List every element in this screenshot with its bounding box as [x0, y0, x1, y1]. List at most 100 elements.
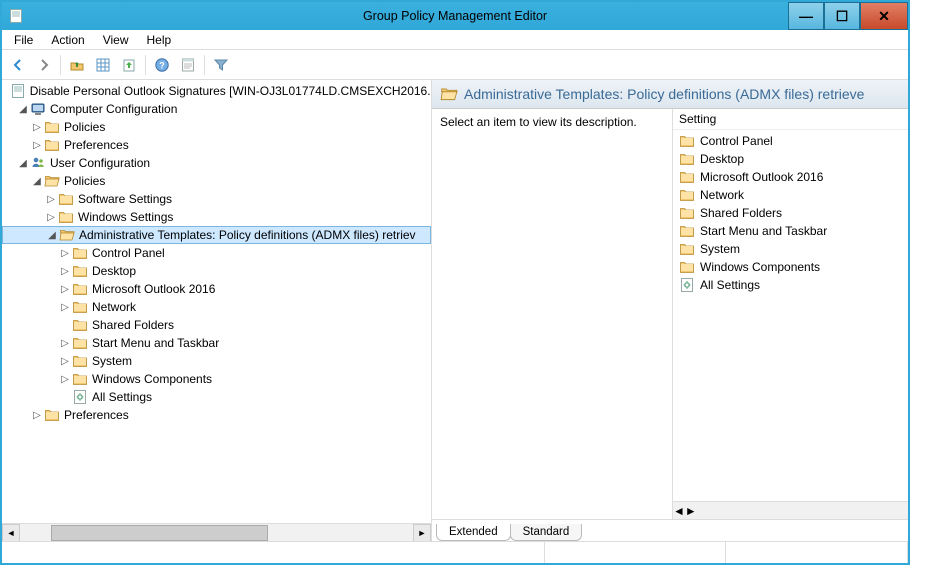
setting-item[interactable]: Desktop	[673, 150, 908, 168]
expand-icon[interactable]: ▷	[58, 338, 72, 349]
setting-item[interactable]: Start Menu and Taskbar	[673, 222, 908, 240]
folder-icon	[679, 133, 695, 149]
back-button[interactable]	[6, 53, 30, 77]
menu-action[interactable]: Action	[43, 31, 92, 49]
setting-label: Control Panel	[700, 134, 773, 148]
app-window: Group Policy Management Editor — ☐ ✕ Fil…	[0, 0, 910, 565]
show-hide-tree-button[interactable]	[91, 53, 115, 77]
tree-computer-config[interactable]: ◢ Computer Configuration	[2, 100, 431, 118]
tab-standard[interactable]: Standard	[510, 524, 583, 541]
expand-icon[interactable]: ▷	[58, 356, 72, 367]
expand-icon[interactable]: ▷	[58, 374, 72, 385]
tree-item[interactable]: ▷ Network	[2, 298, 431, 316]
scroll-thumb[interactable]	[51, 525, 267, 541]
settings-list[interactable]: Control Panel Desktop Microsoft Outlook 20…	[673, 130, 908, 501]
collapse-icon[interactable]: ◢	[16, 158, 30, 169]
setting-item[interactable]: Network	[673, 186, 908, 204]
folder-icon	[72, 299, 88, 315]
setting-item[interactable]: Windows Components	[673, 258, 908, 276]
tree-uc-windows[interactable]: ▷ Windows Settings	[2, 208, 431, 226]
tree-item-label: All Settings	[92, 390, 152, 404]
setting-label: Shared Folders	[700, 206, 782, 220]
setting-label: Start Menu and Taskbar	[700, 224, 827, 238]
scroll-right-button[interactable]: ►	[685, 504, 697, 518]
setting-item[interactable]: Microsoft Outlook 2016	[673, 168, 908, 186]
tab-extended[interactable]: Extended	[436, 524, 511, 541]
tree-item-label: Shared Folders	[92, 318, 174, 332]
details-header: Administrative Templates: Policy definit…	[432, 80, 908, 109]
folder-icon	[72, 263, 88, 279]
export-button[interactable]	[117, 53, 141, 77]
setting-label: Desktop	[700, 152, 744, 166]
folder-icon	[72, 317, 88, 333]
expand-icon[interactable]: ▷	[44, 194, 58, 205]
tree-item[interactable]: ▷Desktop	[2, 262, 431, 280]
policy-tree[interactable]: ▷ Disable Personal Outlook Signatures [W…	[2, 80, 431, 523]
tree-item[interactable]: ▷Control Panel	[2, 244, 431, 262]
expand-icon[interactable]: ▷	[30, 140, 44, 151]
expand-icon[interactable]: ▷	[44, 212, 58, 223]
setting-item[interactable]: Control Panel	[673, 132, 908, 150]
tree-uc-policies[interactable]: ◢ Policies	[2, 172, 431, 190]
properties-button[interactable]	[176, 53, 200, 77]
collapse-icon[interactable]: ◢	[45, 230, 59, 241]
folder-open-icon	[59, 227, 75, 243]
up-button[interactable]	[65, 53, 89, 77]
setting-item[interactable]: Shared Folders	[673, 204, 908, 222]
tree-root[interactable]: ▷ Disable Personal Outlook Signatures [W…	[2, 82, 431, 100]
setting-item[interactable]: All Settings	[673, 276, 908, 294]
menu-file[interactable]: File	[6, 31, 41, 49]
settings-hscrollbar[interactable]: ◄ ►	[673, 501, 908, 519]
tree-item-label: Windows Components	[92, 372, 212, 386]
collapse-icon[interactable]: ◢	[30, 176, 44, 187]
tree-item-label: Network	[92, 300, 136, 314]
folder-icon	[44, 407, 60, 423]
titlebar[interactable]: Group Policy Management Editor — ☐ ✕	[2, 2, 908, 30]
tree-item[interactable]: ▷Microsoft Outlook 2016	[2, 280, 431, 298]
expand-icon[interactable]: ▷	[30, 410, 44, 421]
folder-icon	[58, 191, 74, 207]
scroll-right-button[interactable]: ►	[413, 524, 431, 542]
tree-user-config[interactable]: ◢ User Configuration	[2, 154, 431, 172]
menu-view[interactable]: View	[95, 31, 137, 49]
scroll-left-button[interactable]: ◄	[673, 504, 685, 518]
window-title: Group Policy Management Editor	[2, 9, 908, 23]
folder-icon	[72, 245, 88, 261]
expand-icon[interactable]: ▷	[58, 266, 72, 277]
settings-column-header[interactable]: Setting	[673, 109, 908, 130]
setting-label: All Settings	[700, 278, 760, 292]
help-button[interactable]	[150, 53, 174, 77]
tree-item[interactable]: ▷All Settings	[2, 388, 431, 406]
scroll-left-button[interactable]: ◄	[2, 524, 20, 542]
tree-item[interactable]: ▷ Windows Components	[2, 370, 431, 388]
tree-hscrollbar[interactable]: ◄ ►	[2, 523, 431, 541]
folder-icon	[58, 209, 74, 225]
filter-button[interactable]	[209, 53, 233, 77]
expand-icon[interactable]: ▷	[58, 302, 72, 313]
toolbar-separator	[204, 55, 205, 75]
forward-button[interactable]	[32, 53, 56, 77]
tree-cc-policies[interactable]: ▷ Policies	[2, 118, 431, 136]
tree-uc-admin-templates[interactable]: ◢ Administrative Templates: Policy defin…	[2, 226, 431, 244]
computer-icon	[30, 101, 46, 117]
expand-icon[interactable]: ▷	[30, 122, 44, 133]
tree-item[interactable]: ▷System	[2, 352, 431, 370]
folder-icon	[679, 259, 695, 275]
expand-icon[interactable]: ▷	[58, 248, 72, 259]
tree-item[interactable]: ▷Shared Folders	[2, 316, 431, 334]
tree-uc-software[interactable]: ▷ Software Settings	[2, 190, 431, 208]
statusbar	[2, 541, 908, 563]
tree-item[interactable]: ▷Start Menu and Taskbar	[2, 334, 431, 352]
folder-icon	[679, 205, 695, 221]
expand-icon[interactable]: ▷	[58, 284, 72, 295]
setting-item[interactable]: System	[673, 240, 908, 258]
collapse-icon[interactable]: ◢	[16, 104, 30, 115]
menu-help[interactable]: Help	[139, 31, 180, 49]
tree-cc-prefs[interactable]: ▷ Preferences	[2, 136, 431, 154]
setting-label: System	[700, 242, 740, 256]
scroll-track[interactable]	[20, 525, 413, 541]
doc-icon	[10, 83, 26, 99]
tree-uc-prefs[interactable]: ▷ Preferences	[2, 406, 431, 424]
folder-icon	[679, 169, 695, 185]
status-cell	[545, 542, 727, 563]
